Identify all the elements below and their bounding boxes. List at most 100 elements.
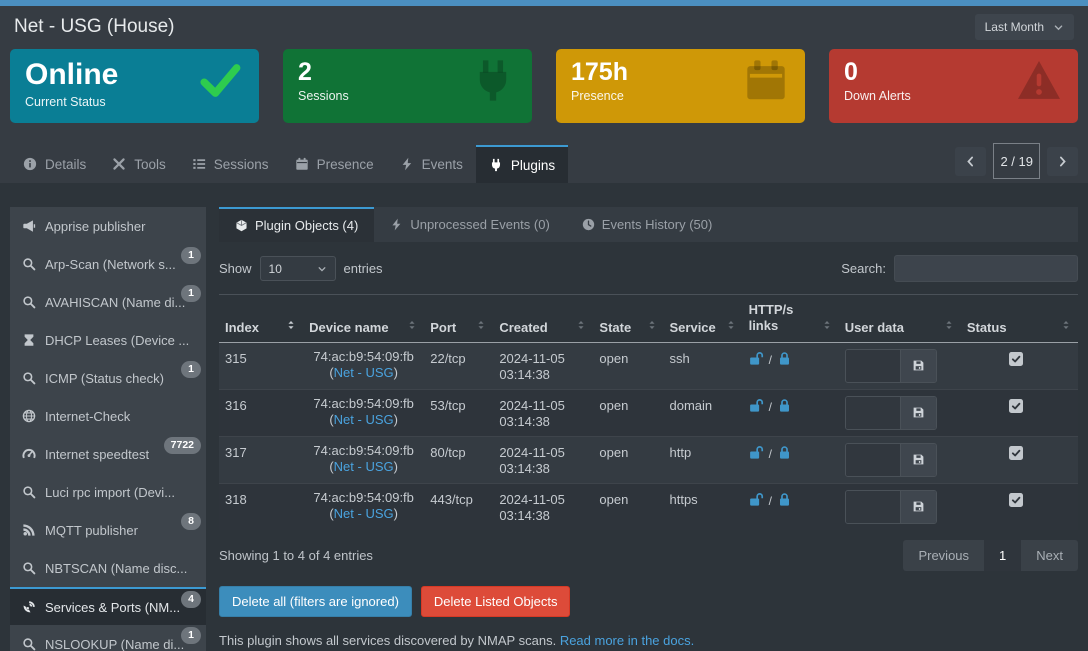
sidebar-item-apprise-publisher[interactable]: Apprise publisher (10, 207, 206, 245)
tab-plugins[interactable]: Plugins (476, 145, 568, 183)
column-header-device-name[interactable]: Device name (303, 295, 424, 343)
subtab-events-history-50[interactable]: Events History (50) (566, 207, 729, 242)
period-selector[interactable]: Last Month (975, 14, 1074, 40)
count-badge: 1 (181, 247, 201, 264)
column-header-state[interactable]: State (593, 295, 663, 343)
tab-sessions[interactable]: Sessions (179, 145, 282, 183)
cell-http-links: / (743, 389, 839, 436)
device-link[interactable]: Net - USG (334, 365, 394, 380)
cell-user-data (839, 342, 961, 389)
save-user-data-button[interactable] (900, 444, 936, 476)
https-link[interactable] (777, 351, 792, 370)
pagination-previous[interactable]: Previous (903, 540, 984, 571)
page-title: Net - USG (House) (14, 16, 174, 38)
tab-tools[interactable]: Tools (99, 145, 179, 183)
list-icon (192, 157, 206, 171)
status-checkbox[interactable] (1009, 446, 1023, 460)
sort-icon (646, 319, 658, 331)
status-card-presence[interactable]: 175hPresence (556, 49, 805, 123)
floppy-save-icon (912, 500, 925, 513)
check-icon (197, 58, 243, 104)
http-link[interactable] (749, 398, 764, 417)
sidebar-item-luci-rpc-import-devi[interactable]: Luci rpc import (Devi... (10, 473, 206, 511)
lock-icon (777, 398, 792, 413)
http-link[interactable] (749, 351, 764, 370)
sidebar-item-label: Luci rpc import (Devi... (45, 485, 175, 500)
device-link[interactable]: Net - USG (334, 459, 394, 474)
http-link[interactable] (749, 445, 764, 464)
user-data-input[interactable] (846, 397, 900, 429)
tab-events[interactable]: Events (387, 145, 476, 183)
status-card-current-status[interactable]: OnlineCurrent Status (10, 49, 259, 123)
check-icon (1011, 354, 1021, 364)
pager-prev-button[interactable] (955, 147, 986, 176)
column-header-created[interactable]: Created (493, 295, 593, 343)
http-link[interactable] (749, 492, 764, 511)
pager-position: 2 / 19 (993, 143, 1040, 179)
https-link[interactable] (777, 398, 792, 417)
cell-http-links: / (743, 483, 839, 530)
cell-user-data (839, 389, 961, 436)
sidebar-item-mqtt-publisher[interactable]: MQTT publisher8 (10, 511, 206, 549)
sidebar-item-dhcp-leases-device[interactable]: DHCP Leases (Device ... (10, 321, 206, 359)
sidebar-item-services-ports-nm[interactable]: Services & Ports (NM...4 (10, 587, 206, 625)
device-link[interactable]: Net - USG (334, 412, 394, 427)
bolt-icon (390, 218, 403, 231)
tab-label: Presence (317, 157, 374, 172)
cell-state: open (593, 389, 663, 436)
delete-listed-button[interactable]: Delete Listed Objects (421, 586, 571, 617)
tab-presence[interactable]: Presence (282, 145, 387, 183)
cell-http-links: / (743, 342, 839, 389)
save-user-data-button[interactable] (900, 397, 936, 429)
column-header-http-s-links[interactable]: HTTP/s links (743, 295, 839, 343)
column-header-user-data[interactable]: User data (839, 295, 961, 343)
save-user-data-button[interactable] (900, 491, 936, 523)
sidebar-item-internet-speedtest[interactable]: Internet speedtest7722 (10, 435, 206, 473)
floppy-save-icon (912, 453, 925, 466)
column-header-service[interactable]: Service (664, 295, 743, 343)
plugin-main-panel: Plugin Objects (4)Unprocessed Events (0)… (219, 207, 1078, 651)
docs-link[interactable]: Read more in the docs. (560, 633, 694, 648)
https-link[interactable] (777, 445, 792, 464)
user-data-input[interactable] (846, 491, 900, 523)
user-data-input[interactable] (846, 350, 900, 382)
subtab-plugin-objects-4[interactable]: Plugin Objects (4) (219, 207, 374, 242)
column-header-index[interactable]: Index (219, 295, 303, 343)
cell-index: 315 (219, 342, 303, 389)
plugin-objects-table: IndexDevice namePortCreatedStateServiceH… (219, 294, 1078, 530)
pagination-page-1[interactable]: 1 (984, 540, 1021, 571)
column-header-port[interactable]: Port (424, 295, 493, 343)
sidebar-item-internet-check[interactable]: Internet-Check (10, 397, 206, 435)
sort-icon (821, 319, 833, 331)
chevron-right-icon (1056, 155, 1069, 168)
hourglass-icon (22, 333, 36, 347)
sidebar-item-arp-scan-network-s[interactable]: Arp-Scan (Network s...1 (10, 245, 206, 283)
tab-label: Plugins (511, 158, 555, 173)
sort-icon (1060, 319, 1072, 331)
status-checkbox[interactable] (1009, 399, 1023, 413)
column-header-status[interactable]: Status (961, 295, 1078, 343)
pagination-next[interactable]: Next (1021, 540, 1078, 571)
cell-service: ssh (664, 342, 743, 389)
rss-icon (22, 523, 36, 537)
https-link[interactable] (777, 492, 792, 511)
status-card-sessions[interactable]: 2Sessions (283, 49, 532, 123)
save-user-data-button[interactable] (900, 350, 936, 382)
subtab-unprocessed-events-0[interactable]: Unprocessed Events (0) (374, 207, 565, 242)
status-checkbox[interactable] (1009, 352, 1023, 366)
sidebar-item-icmp-status-check[interactable]: ICMP (Status check)1 (10, 359, 206, 397)
device-link[interactable]: Net - USG (334, 506, 394, 521)
sidebar-item-nslookup-name-di[interactable]: NSLOOKUP (Name di...1 (10, 625, 206, 651)
sidebar-item-nbtscan-name-disc[interactable]: NBTSCAN (Name disc... (10, 549, 206, 587)
delete-all-button[interactable]: Delete all (filters are ignored) (219, 586, 412, 617)
pager-next-button[interactable] (1047, 147, 1078, 176)
device-mac: 74:ac:b9:54:09:fb (309, 396, 418, 412)
search-input[interactable] (894, 255, 1078, 282)
tab-details[interactable]: Details (10, 145, 99, 183)
status-checkbox[interactable] (1009, 493, 1023, 507)
page-size-select[interactable]: 10 (260, 256, 336, 281)
status-card-down-alerts[interactable]: 0Down Alerts (829, 49, 1078, 123)
user-data-input[interactable] (846, 444, 900, 476)
search-icon (22, 561, 36, 575)
sidebar-item-avahiscan-name-di[interactable]: AVAHISCAN (Name di...1 (10, 283, 206, 321)
